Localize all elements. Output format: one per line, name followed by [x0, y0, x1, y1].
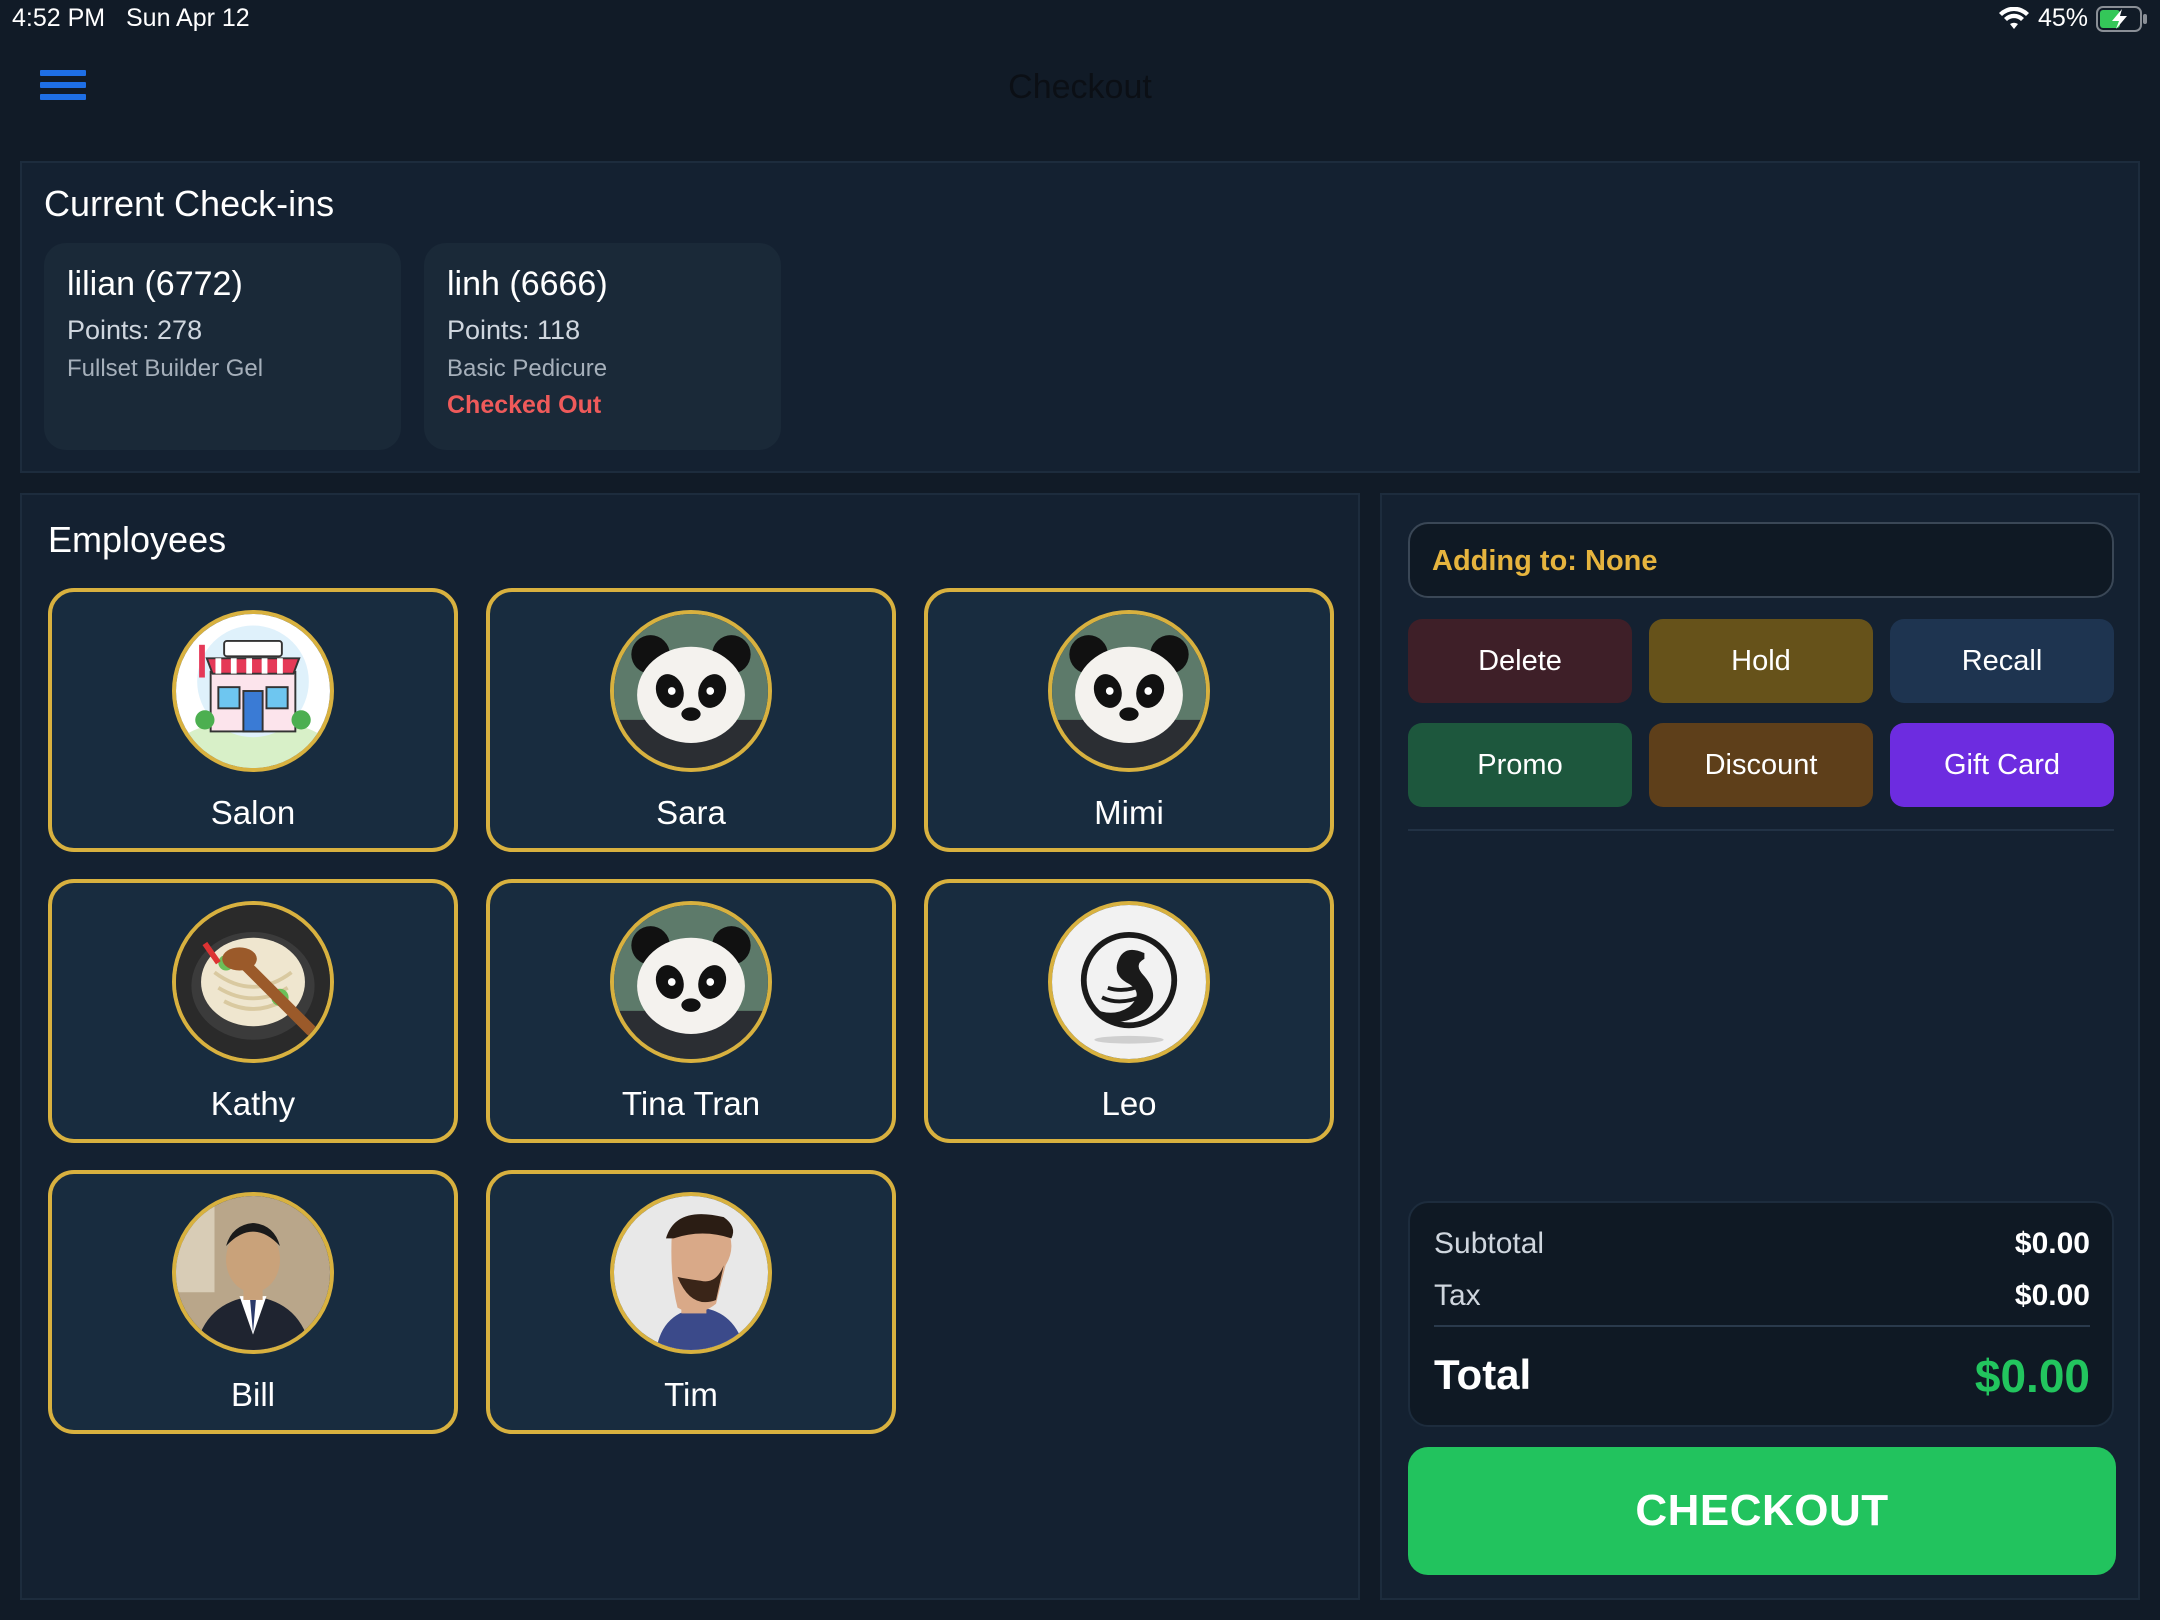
employees-title: Employees: [48, 519, 227, 560]
checkin-card[interactable]: linh (6666) Points: 118 Basic Pedicure C…: [424, 243, 781, 450]
checkin-points: Points: 118: [447, 315, 581, 345]
current-checkins-panel: Current Check-ins lilian (6772) Points: …: [20, 161, 2140, 473]
status-indicators: 45%: [1998, 4, 2148, 33]
checkin-service: Fullset Builder Gel: [67, 355, 264, 382]
checkout-button[interactable]: CHECKOUT: [1408, 1447, 2116, 1575]
employee-name: Leo: [1101, 1085, 1157, 1122]
employees-panel: Employees Salon Sara Mimi Kathy Tina Tra…: [20, 493, 1360, 1600]
delete-button[interactable]: Delete: [1408, 619, 1632, 703]
battery-charging-icon: [2096, 5, 2147, 32]
panda-avatar: [610, 901, 772, 1063]
status-bar: 4:52 PM Sun Apr 12 45%: [0, 0, 2160, 40]
employee-name: Mimi: [1094, 794, 1164, 831]
checkin-points: Points: 278: [67, 315, 203, 345]
discount-button[interactable]: Discount: [1649, 723, 1873, 807]
recall-button[interactable]: Recall: [1890, 619, 2114, 703]
checkout-panel: Adding to: None Delete Hold Recall Promo…: [1380, 493, 2140, 1600]
employee-card-sara[interactable]: Sara: [486, 588, 896, 852]
employee-card-tim[interactable]: Tim: [486, 1170, 896, 1434]
total-label: Total: [1434, 1351, 1532, 1398]
employee-name: Tina Tran: [621, 1085, 761, 1122]
promo-button[interactable]: Promo: [1408, 723, 1632, 807]
employee-name: Bill: [230, 1376, 275, 1413]
adding-to-text: Adding to: None: [1432, 545, 1658, 577]
employee-card-tina-tran[interactable]: Tina Tran: [486, 879, 896, 1143]
employee-name: Salon: [210, 794, 296, 831]
adding-to-indicator: Adding to: None: [1408, 522, 2114, 598]
nav-bar: Checkout: [0, 40, 2160, 160]
checkin-card[interactable]: lilian (6772) Points: 278 Fullset Builde…: [44, 243, 401, 450]
man-in-suit-avatar: [172, 1192, 334, 1354]
gift-card-button[interactable]: Gift Card: [1890, 723, 2114, 807]
checked-out-status: Checked Out: [447, 391, 602, 419]
salon-storefront-avatar: [172, 610, 334, 772]
totals-divider: [1434, 1325, 2090, 1327]
subtotal-value: $0.00: [2014, 1227, 2090, 1260]
page-title: Checkout: [1008, 68, 1152, 106]
tax-value: $0.00: [2014, 1279, 2090, 1312]
employee-card-leo[interactable]: Leo: [924, 879, 1334, 1143]
noodle-bowl-avatar: [172, 901, 334, 1063]
checkin-name: lilian (6772): [67, 265, 243, 303]
wifi-icon: [1998, 6, 2029, 29]
checkins-title: Current Check-ins: [44, 183, 335, 224]
totals-summary: Subtotal $0.00 Tax $0.00 Total $0.00: [1408, 1201, 2114, 1427]
employee-name: Sara: [656, 794, 726, 831]
checkout-screen: 4:52 PM Sun Apr 12 45% Checkout Current …: [0, 0, 2160, 1620]
checkin-service: Basic Pedicure: [447, 355, 608, 382]
employee-name: Tim: [664, 1376, 718, 1413]
employee-card-kathy[interactable]: Kathy: [48, 879, 458, 1143]
tax-label: Tax: [1434, 1279, 1481, 1312]
employee-card-bill[interactable]: Bill: [48, 1170, 458, 1434]
subtotal-label: Subtotal: [1434, 1227, 1545, 1260]
panda-avatar: [610, 610, 772, 772]
employee-card-salon[interactable]: Salon: [48, 588, 458, 852]
swan-logo-avatar: [1048, 901, 1210, 1063]
battery-percentage: 45%: [2037, 4, 2088, 32]
status-time: 4:52 PM: [12, 4, 106, 32]
panda-avatar: [1048, 610, 1210, 772]
employee-name: Kathy: [210, 1085, 296, 1122]
bearded-man-avatar: [610, 1192, 772, 1354]
total-value: $0.00: [1974, 1350, 2090, 1402]
employee-card-mimi[interactable]: Mimi: [924, 588, 1334, 852]
hold-button[interactable]: Hold: [1649, 619, 1873, 703]
status-date: Sun Apr 12: [126, 4, 250, 32]
cart-divider: [1408, 829, 2114, 831]
checkin-name: linh (6666): [447, 265, 608, 303]
